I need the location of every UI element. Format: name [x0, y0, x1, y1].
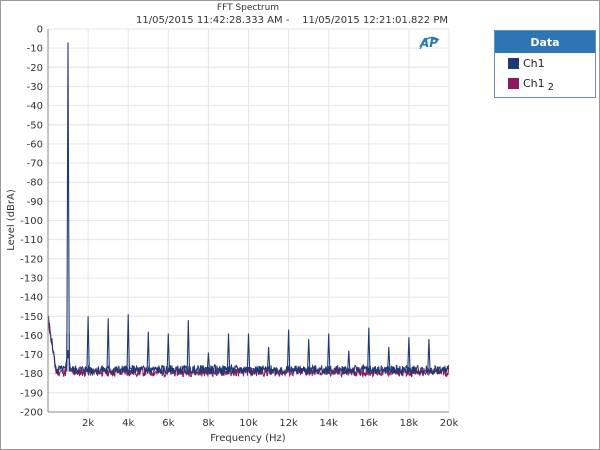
ap-logo: AP — [419, 36, 440, 50]
y-axis-title: Level (dBrA) — [6, 189, 17, 251]
y-tick-label: -150 — [20, 312, 43, 323]
y-tick-label: -160 — [20, 331, 43, 342]
y-tick-label: -40 — [27, 101, 43, 112]
y-tick-label: -50 — [27, 120, 43, 131]
x-tick-label: 16k — [360, 418, 379, 429]
y-tick-label: 0 — [37, 25, 43, 36]
y-tick-label: -70 — [27, 159, 43, 170]
ap-logo-swoosh-icon — [419, 36, 440, 50]
y-tick-label: -180 — [20, 369, 43, 380]
y-tick-label: -20 — [27, 63, 43, 74]
y-tick-label: -110 — [20, 235, 43, 246]
x-tick-label: 20k — [440, 418, 459, 429]
legend: Data Ch1 Ch1 2 — [494, 30, 596, 98]
x-tick-label: 12k — [279, 418, 298, 429]
x-tick-label: 10k — [239, 418, 258, 429]
legend-header: Data — [495, 31, 595, 53]
y-tick-label: -100 — [20, 216, 43, 227]
legend-item-ch1-2[interactable]: Ch1 2 — [495, 73, 595, 93]
y-tick-label: -200 — [20, 408, 43, 419]
x-axis-title: Frequency (Hz) — [210, 433, 286, 444]
y-tick-label: -140 — [20, 293, 43, 304]
y-tick-label: -90 — [27, 197, 43, 208]
y-tick-label: -190 — [20, 388, 43, 399]
chart-title: FFT Spectrum — [217, 3, 279, 13]
y-tick-label: -80 — [27, 178, 43, 189]
legend-swatch-ch1 — [508, 57, 519, 69]
x-tick-label: 2k — [82, 418, 94, 429]
y-tick-label: -130 — [20, 273, 43, 284]
legend-label: Ch1 — [523, 76, 545, 90]
y-tick-label: -60 — [27, 139, 43, 150]
chart-subtitle: 11/05/2015 11:42:28.333 AM - 11/05/2015 … — [136, 15, 448, 26]
x-tick-label: 14k — [319, 418, 338, 429]
legend-swatch-ch1-2 — [508, 77, 519, 89]
x-tick-label: 8k — [202, 418, 214, 429]
y-tick-label: -10 — [27, 44, 43, 55]
x-tick-label: 4k — [122, 418, 134, 429]
x-tick-label: 18k — [400, 418, 419, 429]
legend-item-ch1[interactable]: Ch1 — [495, 53, 595, 73]
x-tick-label: 6k — [162, 418, 174, 429]
legend-subscript: 2 — [547, 81, 555, 93]
y-tick-label: -170 — [20, 350, 43, 361]
y-tick-label: -120 — [20, 254, 43, 265]
legend-label: Ch1 — [523, 56, 545, 70]
y-tick-label: -30 — [27, 82, 43, 93]
